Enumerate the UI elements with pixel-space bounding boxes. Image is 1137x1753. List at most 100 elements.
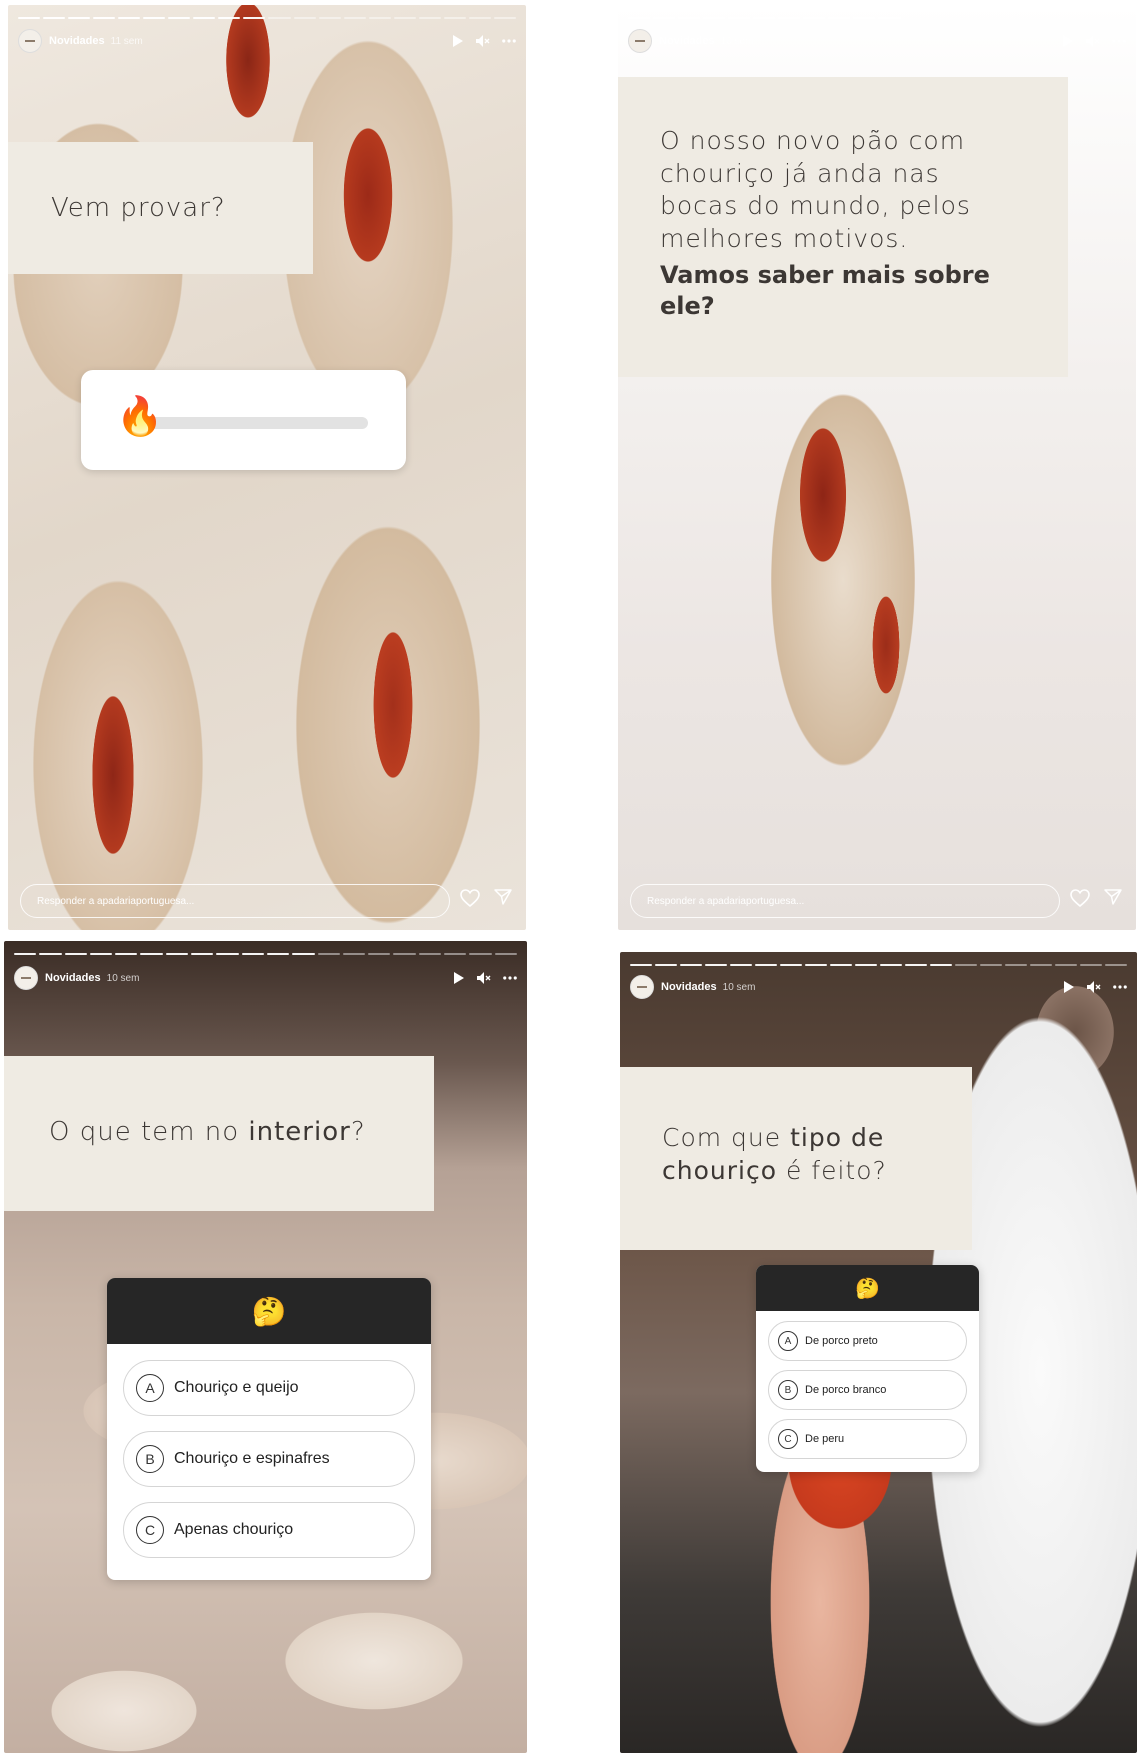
quiz-option-c[interactable]: C Apenas chouriço: [123, 1502, 415, 1558]
quiz-options: A Chouriço e queijo B Chouriço e espinaf…: [107, 1344, 431, 1558]
quiz-sticker[interactable]: 🤔 A Chouriço e queijo B Chouriço e espin…: [107, 1278, 431, 1580]
progress-segment: [855, 964, 877, 966]
more-icon[interactable]: [1113, 980, 1127, 994]
prompt-pre: O que tem no: [49, 1117, 249, 1147]
progress-segment: [730, 964, 752, 966]
progress-segment: [342, 953, 366, 955]
progress-segment: [241, 953, 264, 955]
quiz-sticker[interactable]: 🤔 A De porco preto B De porco branco C D…: [756, 1265, 979, 1472]
account-avatar[interactable]: [628, 29, 652, 53]
option-letter: B: [778, 1380, 798, 1400]
send-icon[interactable]: [1104, 889, 1122, 912]
quiz-option-b[interactable]: B Chouriço e espinafres: [123, 1431, 415, 1487]
progress-segment: [953, 17, 976, 19]
progress-segment: [493, 17, 516, 19]
option-letter: C: [136, 1516, 164, 1544]
progress-segment: [14, 953, 37, 955]
story-progress: [14, 953, 517, 956]
quiz-header: 🤔: [756, 1265, 979, 1311]
progress-segment: [803, 17, 826, 19]
progress-segment: [268, 17, 291, 19]
progress-segment: [494, 953, 517, 955]
prompt-bold: interior: [248, 1117, 351, 1147]
progress-segment: [165, 953, 189, 955]
account-avatar[interactable]: [14, 966, 38, 990]
progress-segment: [680, 964, 702, 966]
progress-segment: [469, 953, 492, 955]
quiz-option-a[interactable]: A Chouriço e queijo: [123, 1360, 415, 1416]
play-icon[interactable]: [451, 971, 465, 985]
mute-icon[interactable]: [1086, 34, 1100, 48]
story-age: 10 sem: [106, 972, 140, 984]
story-progress: [18, 17, 516, 20]
account-name[interactable]: Novidades: [49, 35, 105, 47]
progress-segment: [318, 17, 341, 19]
option-text: De peru: [805, 1433, 845, 1445]
reply-placeholder: Responder a apadariaportuguesa...: [37, 895, 195, 907]
progress-segment: [905, 964, 927, 966]
prompt-card: Vem provar?: [8, 142, 313, 274]
story-4[interactable]: Novidades 10 sem Com que tipo de chouriço…: [620, 952, 1137, 1753]
story-3[interactable]: Novidades 10 sem O que tem no interior? …: [4, 941, 527, 1753]
progress-segment: [64, 953, 87, 955]
more-icon[interactable]: [502, 34, 516, 48]
option-letter: A: [136, 1374, 164, 1402]
progress-segment: [978, 17, 1001, 19]
account-name[interactable]: Novidades: [659, 35, 715, 47]
progress-segment: [266, 953, 290, 955]
progress-segment: [216, 953, 239, 955]
progress-segment: [292, 953, 315, 955]
play-icon[interactable]: [1061, 980, 1075, 994]
mute-icon[interactable]: [1087, 980, 1101, 994]
prompt-text: O nosso novo pão com chouriço já anda na…: [660, 126, 971, 253]
heart-icon[interactable]: [460, 889, 480, 912]
progress-segment: [418, 953, 442, 955]
progress-segment: [39, 953, 62, 955]
story-1[interactable]: Novidades 11 sem Vem provar? 🔥 Responder…: [8, 5, 526, 930]
progress-segment: [880, 964, 902, 966]
prompt-bold-2: chouriço: [662, 1155, 777, 1185]
quiz-option-b[interactable]: B De porco branco: [768, 1370, 967, 1410]
story-age: 10 sem: [722, 981, 756, 993]
mute-icon[interactable]: [477, 971, 491, 985]
progress-segment: [655, 964, 677, 966]
progress-segment: [628, 17, 651, 19]
story-age: 11 sem: [110, 35, 143, 47]
progress-segment: [418, 17, 441, 19]
progress-segment: [1103, 17, 1126, 19]
mute-icon[interactable]: [476, 34, 490, 48]
option-text: Chouriço e queijo: [174, 1379, 299, 1396]
progress-segment: [243, 17, 266, 19]
quiz-option-c[interactable]: C De peru: [768, 1419, 967, 1459]
play-icon[interactable]: [1060, 34, 1074, 48]
prompt-card: Com que tipo de chouriço é feito?: [620, 1067, 972, 1250]
progress-segment: [805, 964, 827, 966]
account-avatar[interactable]: [18, 29, 42, 53]
account-name[interactable]: Novidades: [45, 972, 101, 984]
progress-segment: [191, 953, 214, 955]
account-name[interactable]: Novidades: [661, 981, 717, 993]
more-icon[interactable]: [1112, 34, 1126, 48]
play-icon[interactable]: [450, 34, 464, 48]
story-2[interactable]: Novidades 10 sem O nosso novo pão com ch…: [618, 5, 1136, 930]
reply-input[interactable]: Responder a apadariaportuguesa...: [630, 884, 1060, 918]
progress-segment: [630, 964, 652, 966]
more-icon[interactable]: [503, 971, 517, 985]
progress-segment: [1003, 17, 1026, 19]
fire-emoji-icon[interactable]: 🔥: [116, 398, 163, 436]
account-avatar[interactable]: [630, 975, 654, 999]
story-header: Novidades 10 sem: [14, 966, 517, 990]
story-progress: [628, 17, 1126, 20]
progress-segment: [343, 17, 366, 19]
progress-segment: [928, 17, 951, 19]
emoji-slider[interactable]: 🔥: [81, 370, 406, 470]
progress-segment: [89, 953, 113, 955]
heart-icon[interactable]: [1070, 889, 1090, 912]
progress-segment: [755, 964, 777, 966]
progress-segment: [753, 17, 776, 19]
progress-segment: [115, 953, 138, 955]
quiz-option-a[interactable]: A De porco preto: [768, 1321, 967, 1361]
send-icon[interactable]: [494, 889, 512, 912]
reply-input[interactable]: Responder a apadariaportuguesa...: [20, 884, 450, 918]
progress-segment: [317, 953, 340, 955]
